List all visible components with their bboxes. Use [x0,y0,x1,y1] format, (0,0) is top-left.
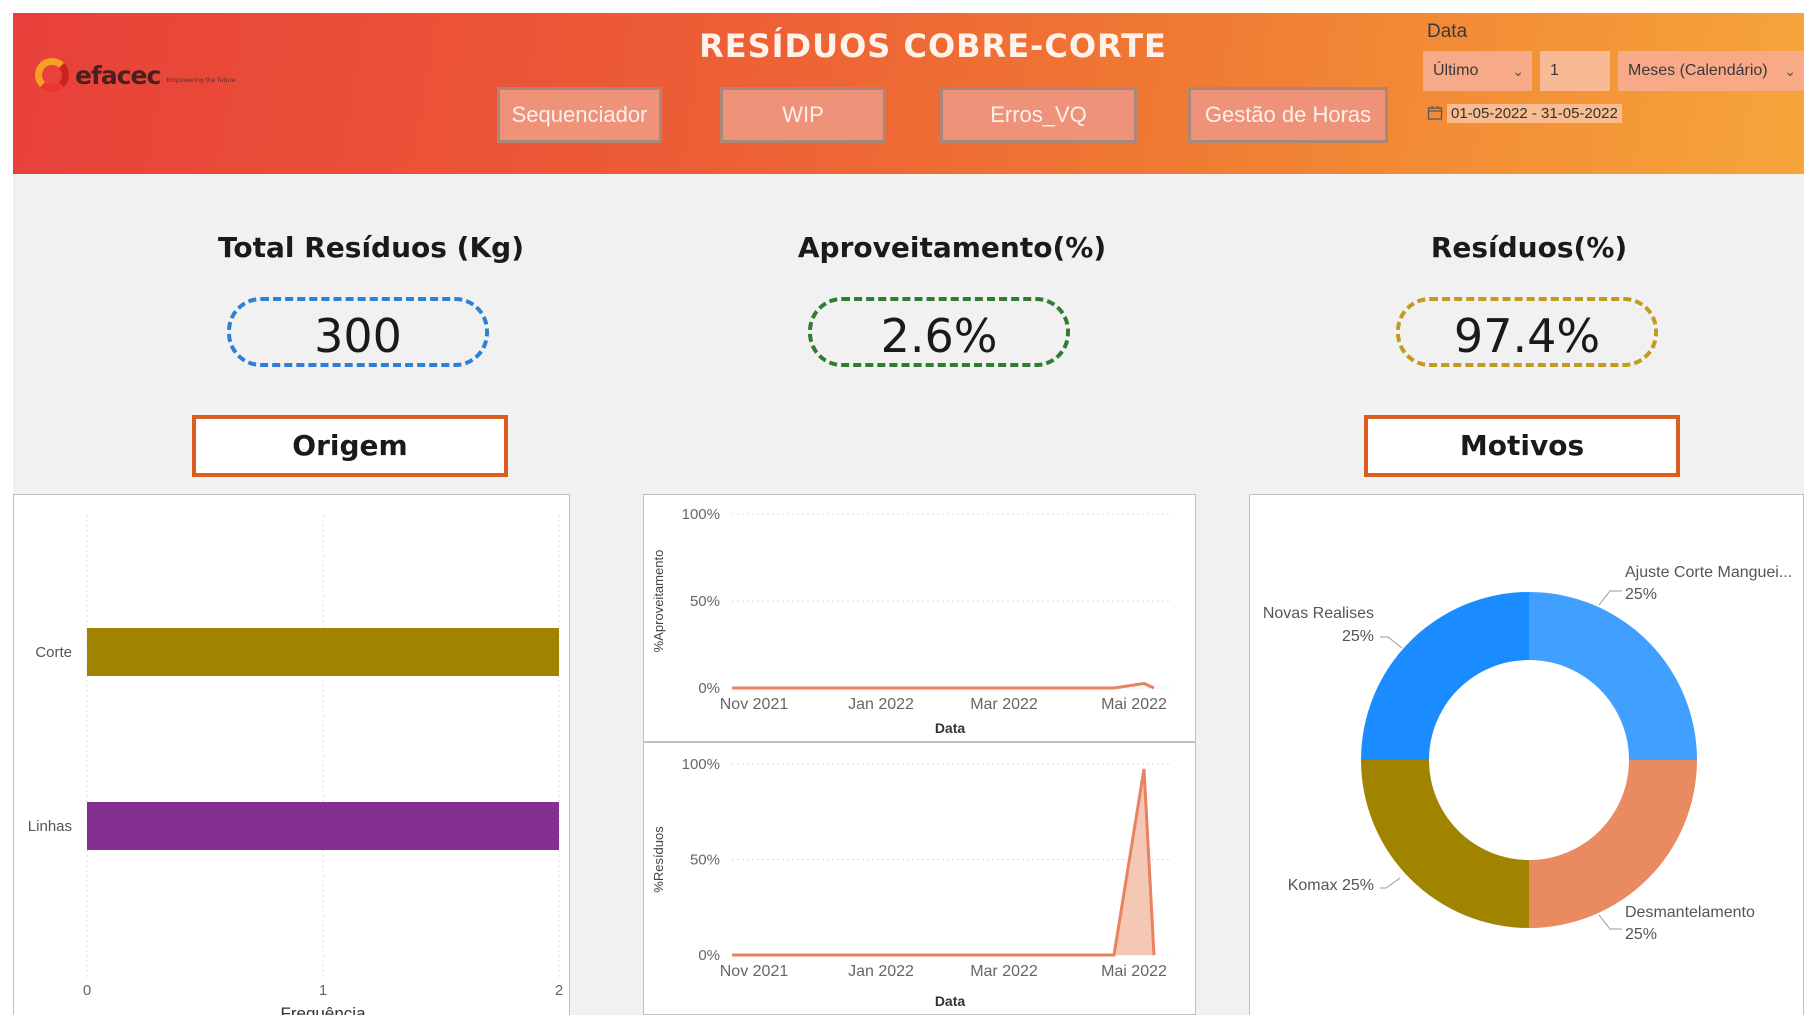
x-tick-label: Mar 2022 [970,963,1038,980]
leader-line [1380,636,1403,649]
x-tick-label: Jan 2022 [848,696,914,713]
origem-bar-chart: 0 1 2 Corte Linhas Frequência [28,515,563,1015]
x-tick-label: Nov 2021 [720,963,789,980]
series-area [732,768,1154,955]
donut-slice-komax [1361,760,1529,928]
logo-tagline: Empowering the future [166,76,236,84]
x-axis-title: Frequência [280,1004,366,1015]
x-tick-label: 1 [319,982,327,999]
slicer-unit-dropdown[interactable]: Meses (Calendário) ⌄ [1618,51,1804,91]
y-axis-title: %Resíduos [651,826,666,893]
x-tick-label: Nov 2021 [720,696,789,713]
x-tick-label: 2 [555,982,563,999]
nav-button-sequenciador[interactable]: Sequenciador [497,87,662,143]
residuos-area-chart: 100% 50% 0%Nov 2021 Jan 2022 Mar 2022 Mai 202… [651,756,1169,1009]
residuos-area-chart-panel: 100% 50% 0% Nov 2021 Jan 2022 Mar 2022 Mai 202… [643,742,1196,1015]
page-title: RESÍDUOS COBRE-CORTE [699,27,1167,65]
x-axis-title: Data [935,993,966,1009]
date-range[interactable]: 01-05-2022 - 31-05-2022 [1427,99,1622,127]
y-tick-label: 0% [698,680,720,697]
donut-label-name: Komax [1288,877,1338,894]
x-tick-label: Jan 2022 [848,963,914,980]
y-tick-label: 100% [682,506,720,523]
kpi-title-total-residuos: Total Resíduos (Kg) [217,231,525,264]
donut-label-pct: 25% [1625,586,1657,603]
aproveitamento-line-chart-panel: 100% 50% 0% Nov 2021 Jan 2022 Mar 2022 Mai 202… [643,494,1196,742]
motivos-donut-chart-panel: Ajuste Corte Manguei... 25% Desmantelament… [1249,494,1804,1015]
chevron-down-icon: ⌄ [1512,63,1524,79]
dashboard-page: efacec Empowering the future RESÍDUOS CO… [13,13,1804,1015]
donut-label-name: Ajuste Corte Manguei... [1625,564,1792,581]
slicer-label: Data [1427,21,1468,42]
motivos-donut-chart: Ajuste Corte Manguei... 25% Desmantelament… [1263,564,1792,943]
header-banner: efacec Empowering the future RESÍDUOS CO… [13,13,1804,174]
origem-bar-chart-panel: 0 1 2 Corte Linhas Frequência [13,494,570,1015]
nav-button-gestao-horas[interactable]: Gestão de Horas [1188,87,1388,143]
donut-slice-novas-realises [1361,592,1529,760]
series-line [732,768,1156,957]
y-tick-label: 50% [690,852,720,869]
kpi-value-residuos: 97.4% [1396,297,1658,367]
bar-linhas [87,802,559,850]
logo-text: efacec [75,60,161,90]
y-tick-label: 100% [682,756,720,773]
y-tick-label: 0% [698,947,720,964]
kpi-value-aproveitamento: 2.6% [808,297,1070,367]
donut-label-name: Desmantelamento [1625,904,1755,921]
nav-button-wip[interactable]: WIP [720,87,886,143]
donut-label: Komax 25% [1288,877,1374,894]
category-label: Corte [35,644,72,661]
nav-button-erros-vq[interactable]: Erros_VQ [940,87,1137,143]
x-tick-label: 0 [83,982,91,999]
origem-button[interactable]: Origem [192,415,508,477]
efacec-logo: efacec Empowering the future [35,53,236,97]
y-tick-label: 50% [690,593,720,610]
calendar-icon [1427,106,1443,120]
donut-slice-desmantelamento [1529,760,1697,928]
category-label: Linhas [28,818,72,835]
aproveitamento-line-chart: 100% 50% 0%Nov 2021 Jan 2022 Mar 2022 Mai 202… [651,506,1169,736]
donut-label-pct: 25% [1625,926,1657,943]
date-range-text: 01-05-2022 - 31-05-2022 [1447,103,1622,123]
x-tick-label: Mai 2022 [1101,963,1167,980]
leader-line [1598,914,1622,930]
slicer-mode-dropdown[interactable]: Último ⌄ [1423,51,1532,91]
x-axis-title: Data [935,720,966,736]
chevron-down-icon: ⌄ [1784,63,1796,79]
slicer-unit-value: Meses (Calendário) [1628,62,1768,79]
logo-mark-icon [35,58,69,92]
bar-corte [87,628,559,676]
x-tick-label: Mai 2022 [1101,696,1167,713]
donut-label-pct: 25% [1342,628,1374,645]
y-axis-title: %Aproveitamento [651,550,666,653]
donut-label-pct: 25% [1338,877,1374,894]
kpi-title-residuos: Resíduos(%) [1430,231,1628,264]
kpi-value-total-residuos: 300 [227,297,489,367]
x-tick-label: Mar 2022 [970,696,1038,713]
leader-line [1598,590,1622,606]
kpi-title-aproveitamento: Aproveitamento(%) [797,231,1107,264]
slicer-count-value: 1 [1550,62,1559,79]
slicer-count-input[interactable]: 1 [1540,51,1610,91]
date-slicer: Data Último ⌄ 1 Meses (Calendário) ⌄ 01-… [1411,13,1804,174]
slicer-mode-value: Último [1433,62,1479,79]
series-line [732,681,1155,690]
donut-label-name: Novas Realises [1263,605,1374,622]
leader-line [1380,877,1401,889]
motivos-button[interactable]: Motivos [1364,415,1680,477]
donut-slice-ajuste-corte-manguei [1529,592,1697,760]
